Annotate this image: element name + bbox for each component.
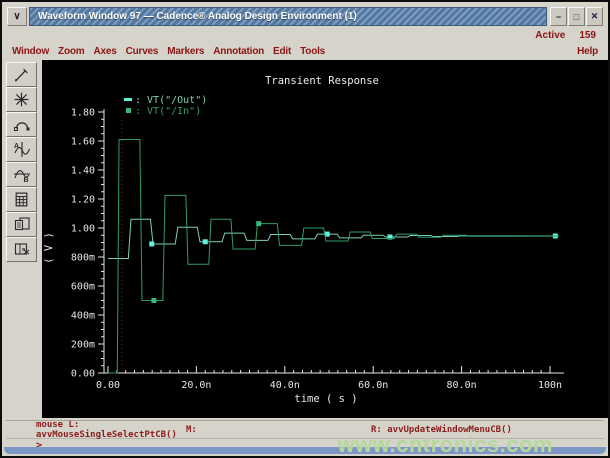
chevron-down-icon: ∨	[13, 11, 20, 22]
menu-bar: Window Zoom Axes Curves Markers Annotati…	[12, 43, 598, 59]
legend-entry: : VT("/In")	[135, 106, 201, 117]
minimize-icon: −	[556, 12, 561, 22]
titlebar[interactable]: Waveform Window 97 — Cadence® Analog Des…	[29, 7, 547, 26]
trace-marker	[256, 221, 261, 226]
y-tick-label: 1.20	[71, 195, 95, 206]
waveform-window: ∨ Waveform Window 97 — Cadence® Analog D…	[0, 0, 610, 458]
slice-window-button[interactable]	[6, 237, 37, 262]
minimize-button[interactable]: −	[550, 7, 567, 26]
menu-zoom[interactable]: Zoom	[58, 46, 84, 57]
x-tick-label: 0.00	[96, 380, 120, 391]
close-icon: ✕	[591, 11, 599, 22]
trace-out	[108, 219, 559, 258]
y-axis-label: ( V )	[43, 232, 55, 264]
title-row: ∨ Waveform Window 97 — Cadence® Analog D…	[7, 7, 603, 26]
menu-tools[interactable]: Tools	[300, 46, 325, 57]
active-row: Active 159	[7, 28, 596, 42]
menu-help[interactable]: Help	[577, 46, 598, 57]
y-tick-label: 200m	[71, 340, 95, 351]
y-tick-label: 1.60	[71, 137, 95, 148]
probe-pen-icon	[13, 66, 30, 83]
maximize-icon: □	[574, 12, 579, 22]
menu-edit[interactable]: Edit	[273, 46, 291, 57]
plot-title: Transient Response	[265, 75, 379, 87]
slice-window-icon	[13, 241, 31, 258]
window-menu-button[interactable]: ∨	[7, 7, 27, 26]
menu-annotation[interactable]: Annotation	[213, 46, 264, 57]
y-tick-label: 400m	[71, 311, 95, 322]
y-tick-label: 1.00	[71, 224, 95, 235]
trace-marker	[151, 298, 156, 303]
svg-text:B: B	[23, 177, 28, 183]
copy-window-button[interactable]	[6, 212, 37, 237]
legend-square-marker	[126, 108, 131, 113]
y-tick-label: 800m	[71, 253, 95, 264]
maximize-button[interactable]: □	[568, 7, 585, 26]
menu-axes[interactable]: Axes	[93, 46, 116, 57]
y-tick-label: 1.80	[71, 108, 95, 119]
x-tick-label: 100n	[538, 380, 562, 391]
x-tick-label: 80.0n	[447, 380, 477, 391]
zoom-star-icon	[13, 91, 30, 108]
toolbar: A B	[6, 62, 40, 262]
y-tick-label: 600m	[71, 282, 95, 293]
window-title: Waveform Window 97 — Cadence® Analog Des…	[30, 11, 357, 22]
calculator-icon	[13, 191, 30, 208]
zoom-star-button[interactable]	[6, 87, 37, 112]
x-tick-label: 40.0n	[270, 380, 300, 391]
legend-entry: : VT("/Out")	[135, 95, 207, 106]
y-tick-label: 1.40	[71, 166, 95, 177]
x-axis-label: time ( s )	[294, 393, 357, 405]
main-area: A B	[6, 60, 608, 418]
watermark-text: www.cntronics.com	[337, 432, 553, 458]
trace-marker	[149, 241, 154, 246]
vertical-marker-a-icon: A	[13, 141, 31, 158]
copy-window-icon	[13, 216, 31, 233]
sweep-arc-button[interactable]	[6, 112, 37, 137]
menu-curves[interactable]: Curves	[126, 46, 159, 57]
calculator-button[interactable]	[6, 187, 37, 212]
vertical-marker-a-button[interactable]: A	[6, 137, 37, 162]
waveform-plot: 0.00 200m 400m 600m 800m 1.00 1.20 1.40 1.60 1.80…	[42, 60, 608, 418]
active-count: 159	[579, 30, 596, 41]
active-label: Active	[535, 30, 565, 41]
x-tick-label: 20.0n	[181, 380, 211, 391]
trace-marker	[203, 239, 208, 244]
close-button[interactable]: ✕	[586, 7, 603, 26]
horizontal-marker-b-icon: B	[13, 166, 31, 183]
legend-dash-marker	[124, 98, 132, 101]
mouse-left-binding: mouse L: avvMouseSingleSelectPtCB()	[6, 420, 186, 440]
y-tick-label: 0.00	[71, 369, 95, 380]
sweep-arc-icon	[13, 117, 31, 133]
probe-pen-button[interactable]	[6, 62, 37, 87]
trace-in	[108, 140, 559, 373]
menu-window[interactable]: Window	[12, 46, 49, 57]
horizontal-marker-b-button[interactable]: B	[6, 162, 37, 187]
waveform-plot-area[interactable]: 0.00 200m 400m 600m 800m 1.00 1.20 1.40 1.60 1.80…	[42, 60, 608, 418]
menu-markers[interactable]: Markers	[167, 46, 204, 57]
x-tick-label: 60.0n	[358, 380, 388, 391]
